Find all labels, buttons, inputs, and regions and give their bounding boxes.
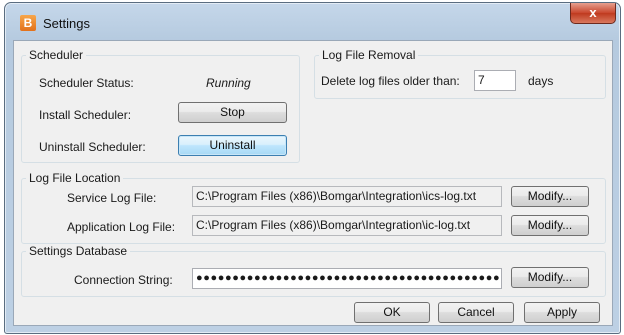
stop-scheduler-button[interactable]: Stop	[178, 102, 287, 123]
connection-string-field[interactable]: ●●●●●●●●●●●●●●●●●●●●●●●●●●●●●●●●●●●●●●●●…	[192, 268, 502, 289]
settings-database-group-title: Settings Database	[26, 244, 131, 258]
bomgar-app-icon: B	[20, 15, 36, 31]
log-removal-group-title: Log File Removal	[319, 48, 419, 62]
install-scheduler-label: Install Scheduler:	[39, 108, 132, 122]
application-log-path-field[interactable]: C:\Program Files (x86)\Bomgar\Integratio…	[192, 215, 502, 236]
title-bar[interactable]: B Settings x	[5, 3, 620, 39]
log-location-group-title: Log File Location	[26, 171, 124, 185]
uninstall-scheduler-label: Uninstall Scheduler:	[39, 140, 146, 154]
application-log-file-label: Application Log File:	[67, 220, 176, 234]
dialog-body: Scheduler Scheduler Status: Running Inst…	[13, 40, 613, 326]
service-log-file-label: Service Log File:	[67, 191, 157, 205]
uninstall-scheduler-button[interactable]: Uninstall	[178, 135, 287, 156]
scheduler-group: Scheduler Scheduler Status: Running Inst…	[21, 48, 300, 163]
scheduler-status-label: Scheduler Status:	[39, 76, 134, 90]
log-removal-group: Log File Removal Delete log files older …	[314, 48, 606, 99]
cancel-button[interactable]: Cancel	[438, 302, 514, 323]
scheduler-group-title: Scheduler	[26, 48, 87, 62]
ok-button[interactable]: OK	[354, 302, 430, 323]
scheduler-status-value: Running	[206, 76, 251, 90]
log-retention-days-input[interactable]: 7	[474, 70, 516, 91]
settings-database-group: Settings Database Connection String: ●●●…	[21, 244, 606, 297]
days-label: days	[528, 74, 554, 88]
connection-string-modify-button[interactable]: Modify...	[511, 267, 589, 288]
service-log-path-field[interactable]: C:\Program Files (x86)\Bomgar\Integratio…	[192, 186, 502, 207]
service-log-modify-button[interactable]: Modify...	[511, 186, 589, 207]
application-log-modify-button[interactable]: Modify...	[511, 215, 589, 236]
apply-button[interactable]: Apply	[524, 302, 600, 323]
log-location-group: Log File Location Service Log File: C:\P…	[21, 171, 606, 244]
close-icon: x	[589, 5, 597, 20]
connection-string-label: Connection String:	[74, 273, 173, 287]
window-title: Settings	[43, 16, 90, 31]
close-button[interactable]: x	[570, 3, 616, 24]
delete-older-than-label: Delete log files older than:	[321, 74, 460, 88]
settings-window: B Settings x Scheduler Scheduler Status:…	[4, 2, 621, 334]
